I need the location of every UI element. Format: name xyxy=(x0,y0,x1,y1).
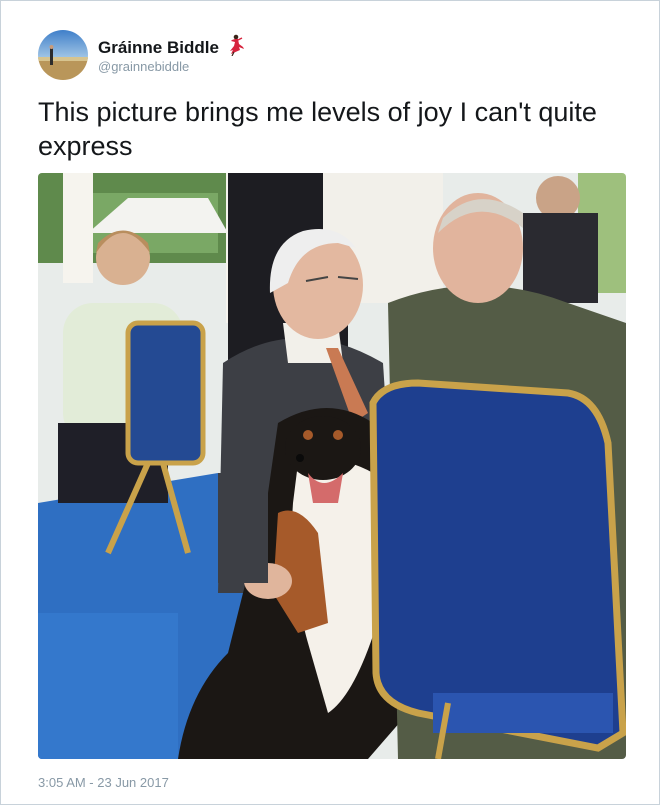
author-display-name[interactable]: Gráinne Biddle xyxy=(98,38,219,58)
tweet-timestamp[interactable]: 3:05 AM - 23 Jun 2017 xyxy=(38,775,169,790)
tweet-photo[interactable] xyxy=(38,173,626,759)
tweet-text: This picture brings me levels of joy I c… xyxy=(38,97,597,161)
author-handle[interactable]: @grainnebiddle xyxy=(98,59,189,74)
dancer-emoji-icon xyxy=(227,34,247,61)
author-name-row[interactable]: Gráinne Biddle xyxy=(98,34,247,61)
avatar[interactable] xyxy=(38,30,88,80)
tweet-card: Gráinne Biddle @grainnebiddle This pictu… xyxy=(0,0,660,805)
